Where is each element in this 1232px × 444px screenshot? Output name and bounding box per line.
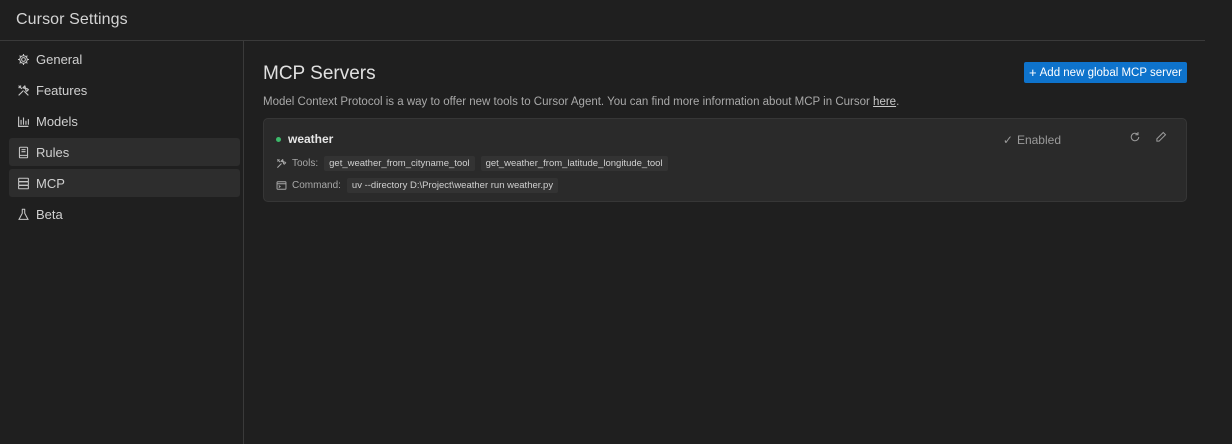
sidebar-item-label: Features bbox=[36, 82, 88, 98]
book-icon bbox=[17, 146, 30, 159]
sidebar-item-label: Models bbox=[36, 113, 78, 129]
main-content: MCP Servers + Add new global MCP server … bbox=[245, 41, 1205, 444]
command-label: Command: bbox=[292, 180, 341, 191]
tools-icon bbox=[276, 158, 287, 169]
pencil-icon bbox=[1155, 130, 1167, 148]
settings-window: Cursor Settings General Features Models … bbox=[0, 0, 1232, 444]
terminal-icon bbox=[276, 180, 287, 191]
status-label: Enabled bbox=[1016, 133, 1061, 147]
command-value: uv --directory D:\Project\weather run we… bbox=[346, 178, 559, 193]
plus-icon: + bbox=[1029, 65, 1037, 80]
description-text: Model Context Protocol is a way to offer… bbox=[263, 96, 870, 108]
tool-chip: get_weather_from_cityname_tool bbox=[324, 156, 475, 171]
add-global-mcp-server-button[interactable]: + Add new global MCP server bbox=[1024, 62, 1187, 83]
sidebar-item-label: MCP bbox=[36, 175, 65, 191]
sidebar: General Features Models Rules MCP Beta bbox=[0, 41, 244, 444]
window-title: Cursor Settings bbox=[16, 11, 128, 28]
server-name: weather bbox=[288, 132, 334, 146]
sidebar-item-rules[interactable]: Rules bbox=[9, 138, 240, 166]
here-link[interactable]: here bbox=[873, 96, 896, 108]
mcp-server-card: weather ✓ Enabled Tools: get_weather_fro… bbox=[263, 118, 1187, 202]
edit-button[interactable] bbox=[1153, 131, 1169, 147]
add-button-label: Add new global MCP server bbox=[1039, 66, 1182, 79]
tools-icon bbox=[17, 84, 30, 97]
sidebar-item-label: General bbox=[36, 51, 83, 67]
sidebar-item-features[interactable]: Features bbox=[9, 76, 240, 104]
sidebar-item-mcp[interactable]: MCP bbox=[9, 169, 240, 197]
tools-label: Tools: bbox=[292, 158, 319, 169]
description-end: . bbox=[896, 96, 900, 108]
server-icon bbox=[17, 177, 30, 190]
tool-chip: get_weather_from_latitude_longitude_tool bbox=[480, 156, 668, 171]
page-title: MCP Servers bbox=[263, 63, 376, 84]
sidebar-item-label: Beta bbox=[36, 206, 63, 222]
server-header: weather bbox=[276, 132, 333, 146]
enabled-status[interactable]: ✓ Enabled bbox=[1003, 133, 1061, 147]
tools-row: Tools: get_weather_from_cityname_tool ge… bbox=[276, 156, 668, 171]
bar-chart-icon bbox=[17, 115, 30, 128]
sidebar-item-label: Rules bbox=[36, 144, 70, 160]
command-row: Command: uv --directory D:\Project\weath… bbox=[276, 178, 559, 193]
sidebar-item-beta[interactable]: Beta bbox=[9, 200, 240, 228]
page-description: Model Context Protocol is a way to offer… bbox=[263, 96, 899, 108]
title-bar: Cursor Settings bbox=[0, 0, 1205, 41]
flask-icon bbox=[17, 208, 30, 221]
refresh-button[interactable] bbox=[1127, 131, 1143, 147]
refresh-icon bbox=[1129, 130, 1141, 148]
check-icon: ✓ bbox=[1002, 133, 1013, 147]
gear-icon bbox=[17, 53, 30, 66]
sidebar-item-general[interactable]: General bbox=[9, 45, 240, 73]
status-dot-icon bbox=[276, 136, 281, 142]
sidebar-item-models[interactable]: Models bbox=[9, 107, 240, 135]
